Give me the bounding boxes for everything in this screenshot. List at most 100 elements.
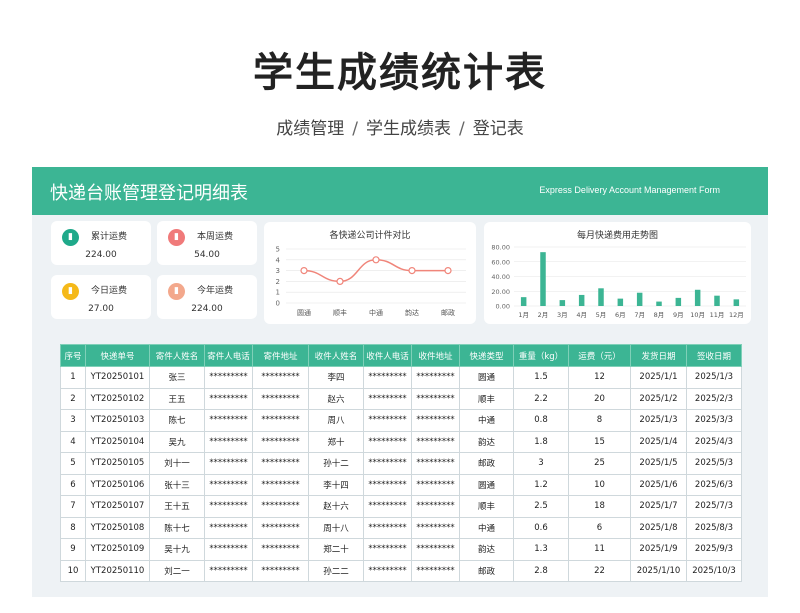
column-header[interactable]: 寄件人姓名 [149, 344, 205, 367]
table-cell: 2025/1/10 [630, 559, 687, 582]
table-cell: YT20250108 [85, 516, 150, 539]
stat-value: 27.00 [88, 304, 114, 314]
stat-value: 224.00 [191, 304, 223, 314]
table-cell: ********* [363, 430, 412, 453]
table-row[interactable]: 5 YT20250105 刘十一 ********* ********* 孙十二 *****… [60, 452, 742, 475]
data-point [444, 266, 452, 275]
stat-card-total: ▮ 累计运费 224.00 [51, 221, 151, 265]
y-tick-label: 5 [276, 246, 280, 254]
column-header[interactable]: 快递单号 [85, 344, 150, 367]
table-cell: 2025/1/8 [630, 516, 687, 539]
bar [675, 297, 682, 306]
table-cell: 4 [60, 430, 86, 453]
x-tick-label: 9月 [673, 311, 684, 319]
table-cell: 张十三 [149, 473, 205, 496]
column-header[interactable]: 收件人姓名 [308, 344, 364, 367]
table-row[interactable]: 4 YT20250104 吴九 ********* ********* 郑十 *******… [60, 430, 742, 453]
table-cell: ********* [252, 366, 309, 389]
y-tick-label: 0 [276, 300, 280, 308]
ledger-panel: 快递台账管理登记明细表 Express Delivery Account Man… [32, 167, 768, 597]
y-tick-label: 0.00 [496, 303, 510, 311]
table-cell: 吴十九 [149, 538, 205, 561]
data-point [336, 277, 344, 286]
breadcrumb-separator: / [352, 119, 358, 139]
table-cell: 赵六 [308, 387, 364, 410]
bar [578, 294, 585, 306]
table-cell: ********* [363, 473, 412, 496]
table-cell: 王十五 [149, 495, 205, 518]
table-row[interactable]: 3 YT20250103 陈七 ********* ********* 周八 *******… [60, 409, 742, 432]
table-row[interactable]: 2 YT20250102 王五 ********* ********* 赵六 *******… [60, 387, 742, 410]
y-tick-label: 1 [276, 289, 280, 297]
table-cell: 2025/5/3 [686, 452, 742, 475]
y-tick-label: 3 [276, 267, 280, 275]
column-header[interactable]: 运费（元） [568, 344, 631, 367]
stat-label: 今日运费 [91, 286, 128, 296]
table-cell: YT20250103 [85, 409, 150, 432]
table-cell: 8 [60, 516, 86, 539]
table-cell: 1.2 [513, 473, 569, 496]
x-tick-label: 10月 [690, 311, 705, 319]
breadcrumb-item[interactable]: 登记表 [473, 119, 524, 139]
table-cell: ********* [204, 473, 253, 496]
table-cell: 8 [568, 409, 631, 432]
table-cell: 2025/3/3 [686, 409, 742, 432]
table-row[interactable]: 9 YT20250109 吴十九 ********* ********* 郑二十 *****… [60, 538, 742, 561]
y-tick-label: 40.00 [491, 273, 510, 281]
column-header[interactable]: 寄件人电话 [204, 344, 253, 367]
stat-label: 本周运费 [197, 232, 234, 242]
bar-chart-svg: 0.00 20.00 40.00 60.00 80.00 1月 2月 3月 4月 5月 6月 7月 8月… [491, 244, 746, 319]
column-header[interactable]: 快递类型 [459, 344, 514, 367]
table-row[interactable]: 10 YT20250110 刘二一 ********* ********* 孙二二 ****… [60, 559, 742, 582]
table-cell: 2.5 [513, 495, 569, 518]
column-header[interactable]: 发货日期 [630, 344, 687, 367]
table-cell: 1.3 [513, 538, 569, 561]
table-cell: YT20250107 [85, 495, 150, 518]
table-row[interactable]: 8 YT20250108 陈十七 ********* ********* 周十八 *****… [60, 516, 742, 539]
column-header[interactable]: 寄件地址 [252, 344, 309, 367]
table-cell: 吴九 [149, 430, 205, 453]
table-cell: 11 [568, 538, 631, 561]
breadcrumb-item[interactable]: 成绩管理 [276, 119, 344, 139]
panel-header: 快递台账管理登记明细表 Express Delivery Account Man… [32, 167, 768, 215]
table-cell: YT20250110 [85, 559, 150, 582]
table-cell: ********* [252, 430, 309, 453]
column-header[interactable]: 签收日期 [686, 344, 742, 367]
table-cell: ********* [204, 516, 253, 539]
table-cell: ********* [363, 366, 412, 389]
table-row[interactable]: 6 YT20250106 张十三 ********* ********* 李十四 *****… [60, 473, 742, 496]
table-cell: ********* [411, 538, 460, 561]
courier-count-chart: 各快递公司计件对比 0 1 2 3 4 5 圆通 顺丰 中通 韵达 邮政 [264, 222, 476, 324]
x-tick-label: 中通 [369, 308, 383, 317]
column-header[interactable]: 序号 [60, 344, 86, 367]
table-cell: 20 [568, 387, 631, 410]
breadcrumb-separator: / [459, 119, 465, 139]
table-cell: YT20250109 [85, 538, 150, 561]
table-cell: ********* [204, 495, 253, 518]
table-row[interactable]: 1 YT20250101 张三 ********* ********* 李四 *******… [60, 366, 742, 389]
column-header[interactable]: 收件地址 [411, 344, 460, 367]
table-row[interactable]: 7 YT20250107 王十五 ********* ********* 赵十六 *****… [60, 495, 742, 518]
table-cell: 10 [60, 559, 86, 582]
table-cell: ********* [252, 387, 309, 410]
table-cell: 孙十二 [308, 452, 364, 475]
stat-label: 累计运费 [91, 232, 128, 242]
table-cell: 22 [568, 559, 631, 582]
table-cell: 2025/1/5 [630, 452, 687, 475]
table-cell: ********* [363, 452, 412, 475]
table-cell: ********* [252, 452, 309, 475]
x-tick-label: 圆通 [297, 308, 311, 317]
stat-label: 今年运费 [197, 286, 234, 296]
table-cell: 中通 [459, 516, 514, 539]
x-tick-label: 4月 [576, 311, 587, 319]
breadcrumb-item[interactable]: 学生成绩表 [366, 119, 451, 139]
column-header[interactable]: 重量（kg） [513, 344, 569, 367]
table-cell: ********* [204, 538, 253, 561]
panel-subtitle: Express Delivery Account Management Form [539, 185, 720, 195]
table-cell: 0.6 [513, 516, 569, 539]
table-cell: 25 [568, 452, 631, 475]
table-cell: 2025/1/9 [630, 538, 687, 561]
table-cell: ********* [411, 366, 460, 389]
table-cell: 6 [568, 516, 631, 539]
column-header[interactable]: 收件人电话 [363, 344, 412, 367]
